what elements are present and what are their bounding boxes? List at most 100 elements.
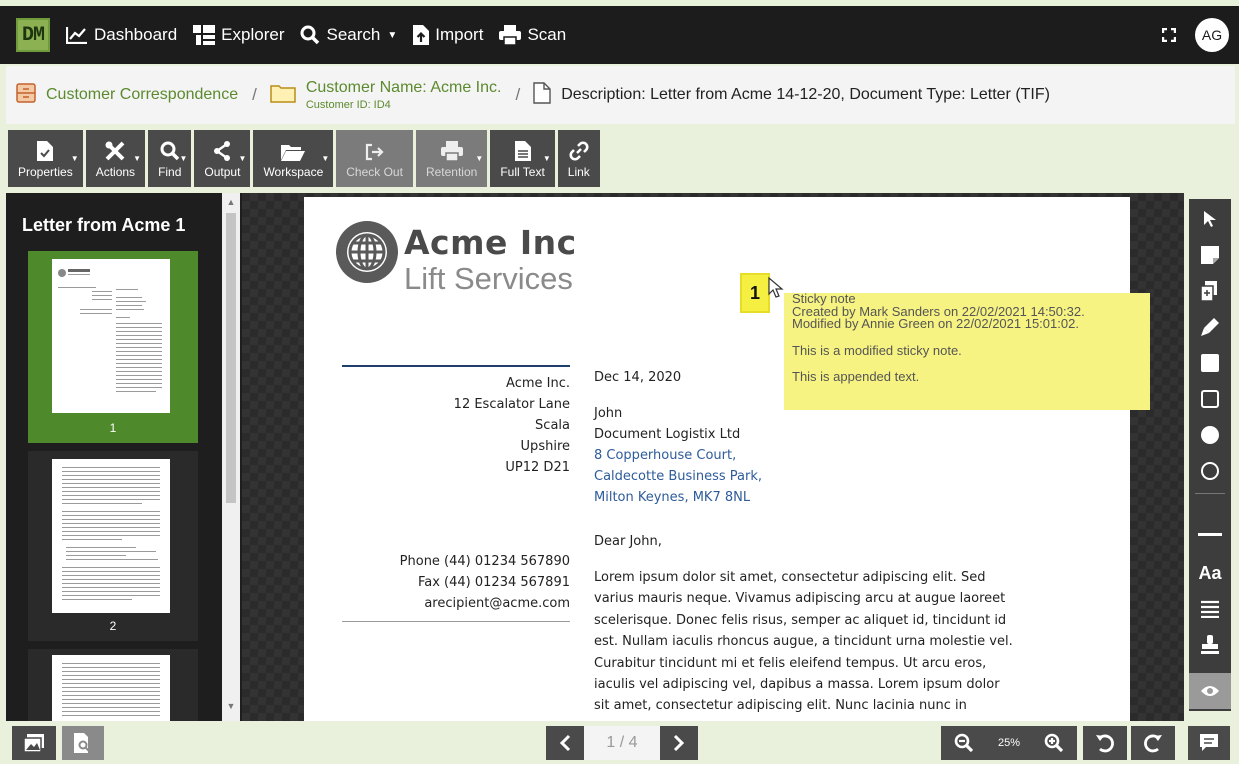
sender-address-line: UP12 D21	[505, 460, 570, 475]
full-text-label: Full Text	[500, 165, 545, 179]
recipient-address-line: Milton Keynes, MK7 8NL	[594, 490, 751, 505]
nav-search[interactable]: Search ▼	[300, 15, 397, 55]
bottom-bar: 1 / 4 25%	[6, 724, 1235, 764]
annotation-toolbar: Aa	[1186, 193, 1235, 721]
fullscreen-icon[interactable]	[1155, 21, 1183, 49]
properties-icon	[37, 141, 54, 161]
chart-line-icon	[66, 27, 87, 44]
filled-circle-icon[interactable]	[1189, 417, 1231, 453]
text-icon[interactable]: Aa	[1189, 555, 1231, 591]
recipient-address-line: 8 Copperhouse Court,	[594, 448, 737, 463]
sticky-note-modified: Modified by Annie Green on 22/02/2021 15…	[792, 316, 1079, 331]
sticky-note-icon[interactable]	[1189, 237, 1231, 273]
import-icon	[413, 25, 430, 45]
app-logo[interactable]: DM	[16, 18, 50, 52]
check-out-button[interactable]: Check Out	[336, 130, 413, 187]
sticky-note-popup[interactable]: Sticky note Created by Mark Sanders on 2…	[784, 292, 1150, 410]
top-nav-bar: DM Dashboard Explorer Search ▼ Import Sc…	[0, 0, 1239, 64]
link-label: Link	[567, 165, 590, 179]
preview-button[interactable]	[62, 726, 104, 760]
mouse-cursor-icon	[768, 276, 784, 304]
rotate-right-button[interactable]	[1131, 726, 1175, 760]
highlighter-icon[interactable]	[1189, 309, 1231, 345]
recipient-block: John Document Logistix Ltd 8 Copperhouse…	[594, 403, 1014, 508]
next-page-button[interactable]	[660, 726, 698, 760]
nav-explorer[interactable]: Explorer	[193, 15, 284, 55]
page-thumbnail[interactable]: 1	[28, 251, 198, 443]
scrollbar-thumb[interactable]	[226, 213, 236, 503]
scroll-up-icon[interactable]: ▲	[226, 197, 236, 207]
divider	[342, 365, 570, 367]
output-label: Output	[204, 165, 241, 179]
breadcrumb-folder[interactable]: Customer Correspondence	[46, 86, 238, 104]
breadcrumb-document: Description: Letter from Acme 14-12-20, …	[561, 86, 1050, 103]
globe-logo-icon	[334, 219, 400, 285]
page-thumbnail[interactable]	[28, 649, 198, 721]
retention-button[interactable]: Retention ▼	[415, 130, 488, 187]
sender-address-line: 12 Escalator Lane	[453, 397, 570, 412]
printer-icon	[440, 141, 463, 161]
divider	[342, 621, 570, 622]
image-view-button[interactable]	[12, 726, 56, 760]
filled-rectangle-icon[interactable]	[1189, 345, 1231, 381]
previous-page-button[interactable]	[546, 726, 584, 760]
nav-import[interactable]: Import	[413, 15, 483, 55]
page-indicator[interactable]: 1 / 4	[584, 726, 660, 760]
find-button[interactable]: Find ▼	[148, 130, 192, 187]
eye-icon[interactable]	[1189, 673, 1231, 709]
circle-icon[interactable]	[1189, 453, 1231, 489]
breadcrumb-customer[interactable]: Customer Name: Acme Inc. Customer ID: ID…	[306, 79, 502, 112]
document-icon	[533, 81, 551, 109]
thumbnail-page-number: 1	[109, 421, 117, 435]
user-avatar[interactable]: AG	[1195, 18, 1229, 52]
thumbnail-panel: Letter from Acme 1 1 2 ▲ ▼	[6, 193, 242, 721]
toolbar-divider	[1195, 493, 1225, 494]
pointer-icon[interactable]	[1189, 201, 1231, 237]
properties-button[interactable]: Properties ▼	[8, 130, 83, 187]
document-viewer[interactable]: Acme Inc Lift Services Acme Inc. 12 Esca…	[242, 193, 1184, 721]
stamp-icon[interactable]	[1189, 627, 1231, 663]
link-icon	[569, 141, 589, 161]
search-icon	[300, 25, 320, 45]
lines-icon[interactable]	[1189, 591, 1231, 627]
sticky-note-text: This is appended text.	[792, 369, 920, 384]
line-icon[interactable]	[1189, 517, 1231, 553]
link-button[interactable]: Link	[557, 130, 600, 187]
workspace-button[interactable]: Workspace ▼	[253, 130, 334, 187]
sender-address-line: Upshire	[520, 439, 570, 454]
sticky-note-marker[interactable]: 1	[740, 273, 770, 313]
thumbnail-scrollbar[interactable]: ▲ ▼	[222, 193, 240, 721]
zoom-in-button[interactable]	[1031, 726, 1077, 760]
chevron-right-icon	[673, 734, 685, 752]
document-page[interactable]: Acme Inc Lift Services Acme Inc. 12 Esca…	[304, 197, 1150, 721]
sender-address: Acme Inc. 12 Escalator Lane Scala Upshir…	[342, 373, 570, 478]
actions-button[interactable]: Actions ▼	[85, 130, 146, 187]
output-button[interactable]: Output ▼	[194, 130, 251, 187]
caret-down-icon: ▼	[70, 154, 79, 163]
sign-out-icon	[365, 143, 384, 161]
scroll-down-icon[interactable]: ▼	[226, 701, 236, 711]
customer-id: Customer ID: ID4	[305, 99, 391, 112]
rotate-left-button[interactable]	[1083, 726, 1127, 760]
comments-button[interactable]	[1188, 726, 1230, 760]
thumbnail-image	[52, 459, 170, 613]
zoom-out-button[interactable]	[941, 726, 987, 760]
full-text-button[interactable]: Full Text ▼	[490, 130, 555, 187]
customer-name: Customer Name: Acme Inc.	[305, 78, 502, 96]
zoom-level: 25%	[987, 726, 1031, 760]
thumbnail-page-number: 2	[109, 619, 117, 633]
page-thumbnail[interactable]: 2	[28, 451, 198, 641]
stamp-copy-icon[interactable]	[1189, 273, 1231, 309]
share-icon	[214, 141, 231, 161]
caret-down-icon: ▼	[321, 154, 330, 163]
folder-icon	[270, 83, 296, 108]
printer-icon	[499, 25, 522, 45]
file-search-icon	[74, 733, 90, 753]
rectangle-icon[interactable]	[1189, 381, 1231, 417]
nav-scan[interactable]: Scan	[499, 15, 566, 55]
caret-down-icon: ▼	[387, 29, 398, 41]
check-out-label: Check Out	[346, 165, 403, 179]
nav-dashboard[interactable]: Dashboard	[66, 15, 177, 55]
file-text-icon	[514, 141, 531, 161]
sender-contact: Phone (44) 01234 567890 Fax (44) 01234 5…	[342, 551, 570, 614]
